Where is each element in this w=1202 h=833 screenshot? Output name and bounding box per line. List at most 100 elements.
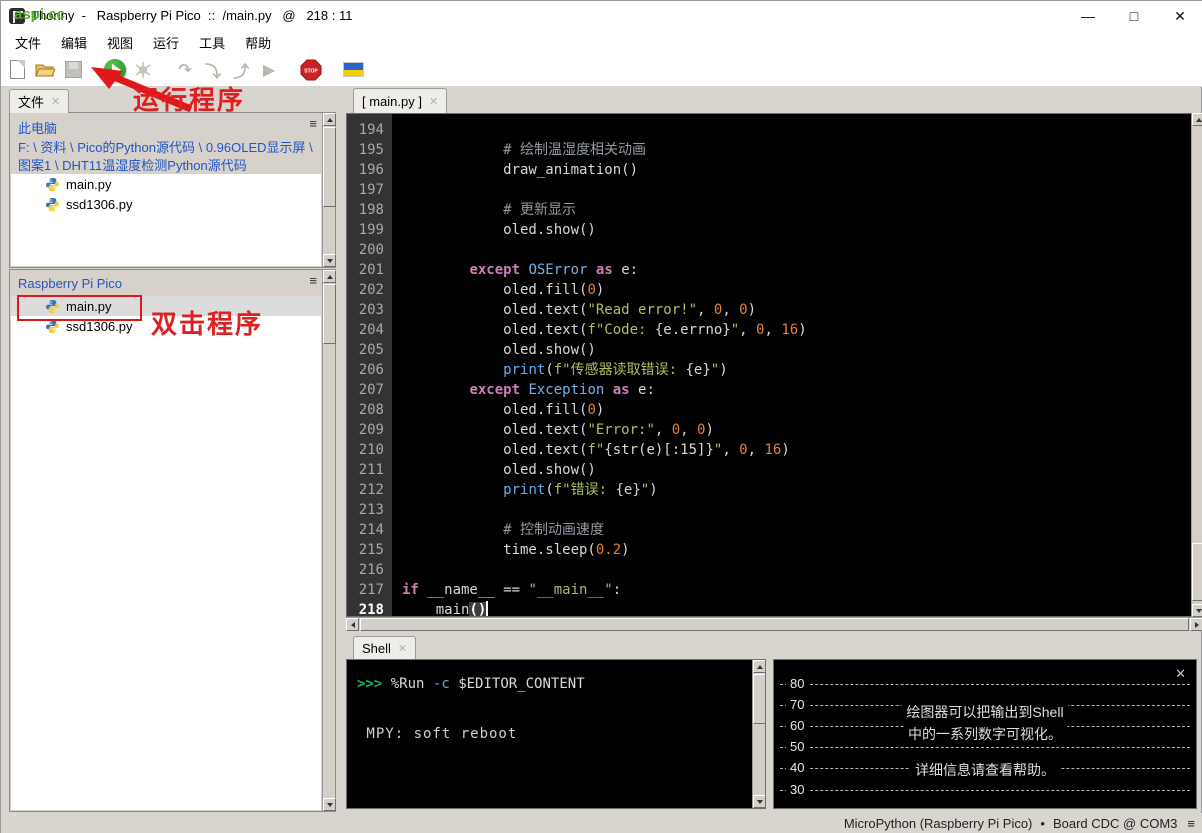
shell-plotter-divider[interactable] [766,659,773,809]
scroll-down-icon[interactable] [323,254,336,267]
shell-scrollbar[interactable] [752,660,765,808]
editor-tab-label: [ main.py ] [362,93,422,109]
status-separator: • [1040,816,1045,831]
files-tab-label: 文件 [18,95,45,110]
scroll-down-icon[interactable] [1192,604,1202,617]
line-number: 210 [347,440,392,460]
line-number: 196 [347,160,392,180]
scroll-up-icon[interactable] [1192,113,1202,126]
code-line-211: 211 oled.show() [347,460,1191,480]
this-computer-label[interactable]: 此电脑 [18,118,57,137]
line-number: 203 [347,300,392,320]
menu-item-5[interactable]: 帮助 [235,31,281,54]
menu-item-2[interactable]: 视图 [97,31,143,54]
double-click-annotation-box [17,295,142,321]
scroll-up-icon[interactable] [323,113,336,126]
line-number: 218 [347,600,392,616]
files-tab[interactable]: 文件 ✕ [9,89,70,113]
pico-panel-header[interactable]: Raspberry Pi Pico [18,276,122,291]
pico-panel-menu-icon[interactable]: ≡ [309,273,317,288]
pico-panel: ≡ Raspberry Pi Pico main.py ssd1306.py [9,269,336,812]
maximize-button[interactable]: □ [1111,1,1157,31]
plot-tick-label: 60 [786,717,809,733]
line-number: 194 [347,120,392,140]
line-number: 204 [347,320,392,340]
code-line-208: 208 oled.fill(0) [347,400,1191,420]
save-icon [64,61,82,78]
code-editor[interactable]: 194 195 # 绘制温湿度相关动画 196 draw_animation() 19… [346,113,1191,617]
plot-tick-label: 70 [786,696,809,712]
scroll-left-icon[interactable] [346,618,359,631]
plotter-close-icon[interactable]: ✕ [1175,666,1186,682]
line-number: 212 [347,480,392,500]
editor-horizontal-scrollbar[interactable] [346,617,1202,631]
files-panel-scrollbar[interactable] [322,113,336,267]
code-line-200: 200 [347,240,1191,260]
plot-gridline [780,790,1190,791]
code-line-194: 194 [347,120,1191,140]
shell-tab-close-icon[interactable]: ✕ [398,642,407,655]
close-button[interactable]: ✕ [1157,1,1202,31]
menu-item-0[interactable]: 文件 [5,31,51,54]
scrollbar-thumb[interactable] [323,127,336,207]
shell-tab-label: Shell [362,640,391,656]
scroll-up-icon[interactable] [323,270,336,283]
line-number: 214 [347,520,392,540]
files-panel-menu-icon[interactable]: ≡ [309,116,317,131]
plot-gridline [780,684,1190,685]
scrollbar-thumb[interactable] [360,618,1189,631]
scroll-up-icon[interactable] [753,660,765,673]
shell-tab[interactable]: Shell ✕ [353,636,417,659]
code-line-201: 201 except OSError as e: [347,260,1191,280]
python-file-icon [45,177,60,191]
interpreter-label[interactable]: MicroPython (Raspberry Pi Pico) [844,816,1033,831]
code-line-197: 197 [347,180,1191,200]
resume-button[interactable]: ▶ [257,58,281,82]
shell-stdout: MPY: soft reboot [357,726,518,742]
menu-item-4[interactable]: 工具 [189,31,235,54]
scrollbar-thumb[interactable] [1192,543,1202,601]
code-line-215: 215 time.sleep(0.2) [347,540,1191,560]
computer-file-list: main.py ssd1306.py [11,174,321,266]
path-line-1[interactable]: F: \ 资料 \ Pico的Python源代码 \ 0.96OLED显示屏 \ [18,137,313,156]
plot-tick-label: 30 [786,781,809,797]
shell-panel[interactable]: >>> %Run -c $EDITOR_CONTENT MPY: soft re… [346,659,766,809]
line-number: 209 [347,420,392,440]
ukraine-flag-icon[interactable] [341,58,365,82]
shell-prompt: >>> [357,676,383,692]
open-file-button[interactable] [33,58,57,82]
scrollbar-thumb[interactable] [753,674,765,724]
editor-vertical-scrollbar[interactable] [1191,113,1202,617]
code-line-202: 202 oled.fill(0) [347,280,1191,300]
code-lines: 194 195 # 绘制温湿度相关动画 196 draw_animation() 19… [347,120,1191,616]
statusbar-menu-icon[interactable]: ≡ [1187,816,1195,831]
code-line-204: 204 oled.text(f"Code: {e.errno}", 0, 16) [347,320,1191,340]
scroll-down-icon[interactable] [753,795,765,808]
text-cursor [486,601,489,616]
minimize-button[interactable]: — [1065,1,1111,31]
code-line-210: 210 oled.text(f"{str(e)[:15]}", 0, 16) [347,440,1191,460]
code-line-195: 195 # 绘制温湿度相关动画 [347,140,1191,160]
editor-tab-close-icon[interactable]: ✕ [429,95,438,108]
scroll-down-icon[interactable] [323,798,336,811]
line-number: 200 [347,240,392,260]
files-tab-close-icon[interactable]: ✕ [51,95,60,108]
file-item-main.py[interactable]: main.py [11,174,321,194]
plotter-help-message: 绘图器可以把输出到Shell 中的一系列数字可视化。 详细信息请查看帮助。 [901,702,1069,782]
editor-tab-main-py[interactable]: [ main.py ] ✕ [353,88,448,113]
port-label[interactable]: Board CDC @ COM3 [1053,816,1177,831]
stop-button[interactable]: STOP [299,58,323,82]
menu-item-3[interactable]: 运行 [143,31,189,54]
line-number: 198 [347,200,392,220]
new-file-button[interactable] [5,58,29,82]
pico-panel-scrollbar[interactable] [322,270,336,811]
path-line-2[interactable]: 图案1 \ DHT11温湿度检测Python源代码 [18,155,247,174]
code-line-198: 198 # 更新显示 [347,200,1191,220]
scroll-right-icon[interactable] [1190,618,1202,631]
file-item-ssd1306.py[interactable]: ssd1306.py [11,194,321,214]
shell-option: -c [432,676,450,692]
menu-item-1[interactable]: 编辑 [51,31,97,54]
scrollbar-thumb[interactable] [323,284,336,344]
step-out-button[interactable]: ⤴ [229,58,253,82]
run-annotation-text: 运行程序 [133,85,246,115]
